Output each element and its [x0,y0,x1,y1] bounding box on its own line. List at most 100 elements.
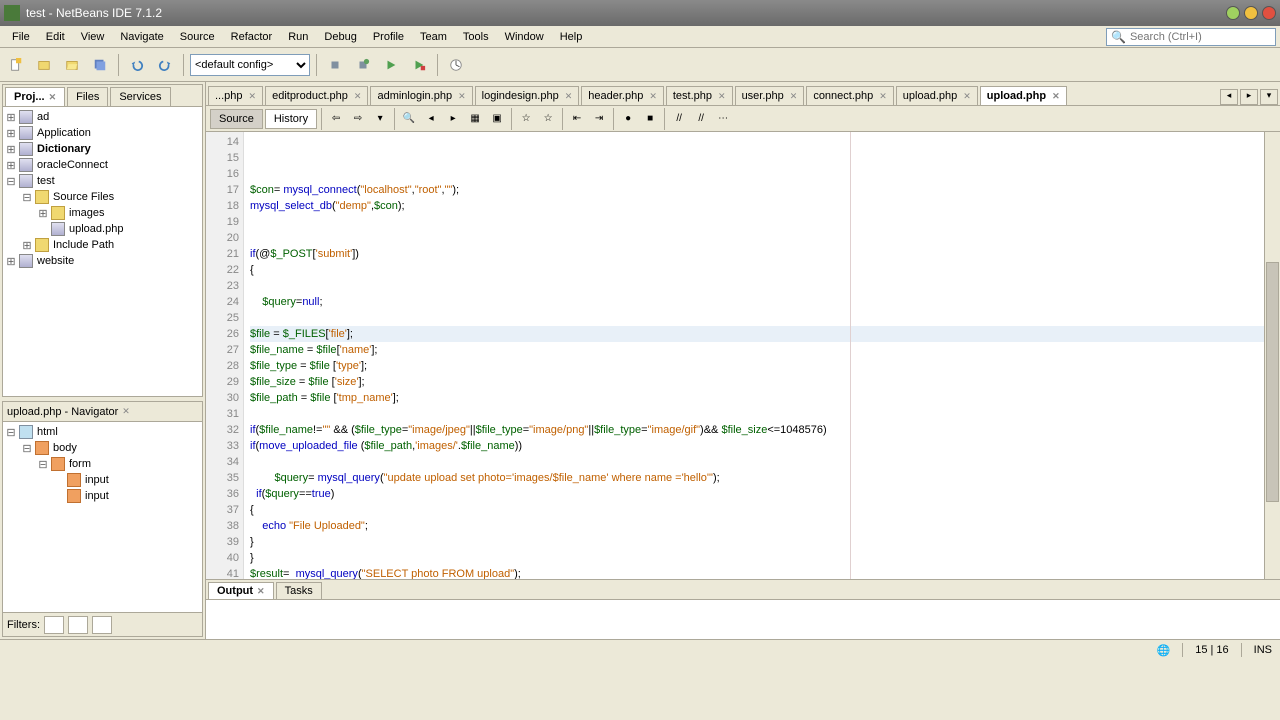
expand-icon[interactable]: ⊞ [37,207,49,220]
navigator-tree[interactable]: ⊟html⊟body⊟forminputinput [3,422,202,612]
expand-icon[interactable]: ⊞ [5,143,17,156]
close-icon[interactable]: ✕ [458,91,466,102]
tree-node[interactable]: ⊞Include Path [5,237,200,253]
code-editor[interactable]: 1415161718192021222324252627282930313233… [206,132,1280,579]
expand-icon[interactable]: ⊟ [5,175,17,188]
filter-button[interactable] [44,616,64,634]
code-line[interactable] [250,214,1266,230]
tree-node[interactable]: ⊟body [5,440,200,456]
menu-help[interactable]: Help [552,29,591,45]
find-prev-button[interactable]: ◂ [421,109,441,129]
tab-list[interactable]: ▾ [1260,89,1278,105]
close-icon[interactable]: ✕ [122,406,130,417]
close-icon[interactable]: ✕ [1052,91,1060,102]
menu-view[interactable]: View [73,29,113,45]
menu-team[interactable]: Team [412,29,455,45]
tab-scroll-right[interactable]: ▸ [1240,89,1258,105]
tree-node[interactable]: ⊟form [5,456,200,472]
tree-node[interactable]: input [5,488,200,504]
profile-button[interactable] [444,53,468,77]
expand-icon[interactable]: ⊟ [37,458,49,471]
close-button[interactable] [1262,6,1276,20]
code-line[interactable] [250,230,1266,246]
minimize-button[interactable] [1226,6,1240,20]
filter-button[interactable] [68,616,88,634]
editor-tab[interactable]: user.php✕ [735,86,805,105]
close-icon[interactable]: ✕ [790,91,798,102]
editor-tab[interactable]: editproduct.php✕ [265,86,368,105]
undo-button[interactable] [125,53,149,77]
close-icon[interactable]: ✕ [257,586,265,596]
tree-node[interactable]: ⊞Dictionary [5,141,200,157]
tree-node[interactable]: ⊞images [5,205,200,221]
project-tree[interactable]: ⊞ad⊞Application⊞Dictionary⊞oracleConnect… [3,107,202,396]
menu-file[interactable]: File [4,29,38,45]
code-line[interactable]: echo "File Uploaded"; [250,518,1266,534]
menu-refactor[interactable]: Refactor [223,29,281,45]
code-line[interactable]: $file = $_FILES['file']; [250,326,1266,342]
code-line[interactable]: mysql_select_db("demp",$con); [250,198,1266,214]
tree-node[interactable]: ⊞ad [5,109,200,125]
tree-node[interactable]: input [5,472,200,488]
run-button[interactable] [379,53,403,77]
editor-tab[interactable]: test.php✕ [666,86,733,105]
shift-right-button[interactable]: ⇥ [589,109,609,129]
code-line[interactable] [250,406,1266,422]
close-icon[interactable]: ✕ [354,91,362,102]
expand-icon[interactable]: ⊞ [21,239,33,252]
comment-button[interactable]: // [669,109,689,129]
code-line[interactable]: $file_path = $file ['tmp_name']; [250,390,1266,406]
code-line[interactable]: if($query==true) [250,486,1266,502]
forward-button[interactable]: ⇨ [348,109,368,129]
tree-node[interactable]: ⊞Application [5,125,200,141]
menu-window[interactable]: Window [497,29,552,45]
expand-icon[interactable]: ⊞ [5,127,17,140]
new-file-button[interactable] [4,53,28,77]
tab-tasks[interactable]: Tasks [276,582,322,599]
editor-tab[interactable]: logindesign.php✕ [475,86,580,105]
menu-source[interactable]: Source [172,29,223,45]
code-line[interactable]: $result= mysql_query("SELECT photo FROM … [250,566,1266,579]
uncomment-button[interactable]: // [691,109,711,129]
tree-node[interactable]: ⊟html [5,424,200,440]
code-line[interactable] [250,310,1266,326]
close-icon[interactable]: ✕ [649,91,657,102]
history-view-button[interactable]: History [265,109,317,129]
close-icon[interactable]: ✕ [249,91,257,102]
editor-tab[interactable]: connect.php✕ [806,86,893,105]
close-icon[interactable]: ✕ [879,91,887,102]
open-button[interactable] [60,53,84,77]
close-icon[interactable]: ✕ [49,92,57,102]
editor-tab[interactable]: adminlogin.php✕ [370,86,472,105]
filter-button[interactable] [92,616,112,634]
source-view-button[interactable]: Source [210,109,263,129]
expand-icon[interactable]: ⊟ [21,442,33,455]
back-button[interactable]: ⇦ [326,109,346,129]
tab-scroll-left[interactable]: ◂ [1220,89,1238,105]
code-line[interactable] [250,454,1266,470]
search-input[interactable] [1130,31,1271,43]
expand-icon[interactable]: ⊞ [5,159,17,172]
editor-tab[interactable]: header.php✕ [581,86,664,105]
code-line[interactable]: } [250,550,1266,566]
tree-node[interactable]: ⊞website [5,253,200,269]
scrollbar[interactable] [1264,132,1280,579]
tree-node[interactable]: ⊟test [5,173,200,189]
menu-run[interactable]: Run [280,29,316,45]
code-line[interactable]: { [250,502,1266,518]
bookmark-next-button[interactable]: ☆ [538,109,558,129]
menu-navigate[interactable]: Navigate [112,29,171,45]
shift-left-button[interactable]: ⇤ [567,109,587,129]
build-button[interactable] [323,53,347,77]
expand-icon[interactable]: ⊞ [5,111,17,124]
bookmark-button[interactable]: ☆ [516,109,536,129]
dropdown-icon[interactable]: ▾ [370,109,390,129]
tab-files[interactable]: Files [67,87,108,106]
tab-output[interactable]: Output✕ [208,582,274,599]
code-line[interactable]: $file_name = $file['name']; [250,342,1266,358]
tab-services[interactable]: Services [110,87,170,106]
clean-build-button[interactable] [351,53,375,77]
code-line[interactable]: if(@$_POST['submit']) [250,246,1266,262]
tree-node[interactable]: ⊟Source Files [5,189,200,205]
close-icon[interactable]: ✕ [963,91,971,102]
